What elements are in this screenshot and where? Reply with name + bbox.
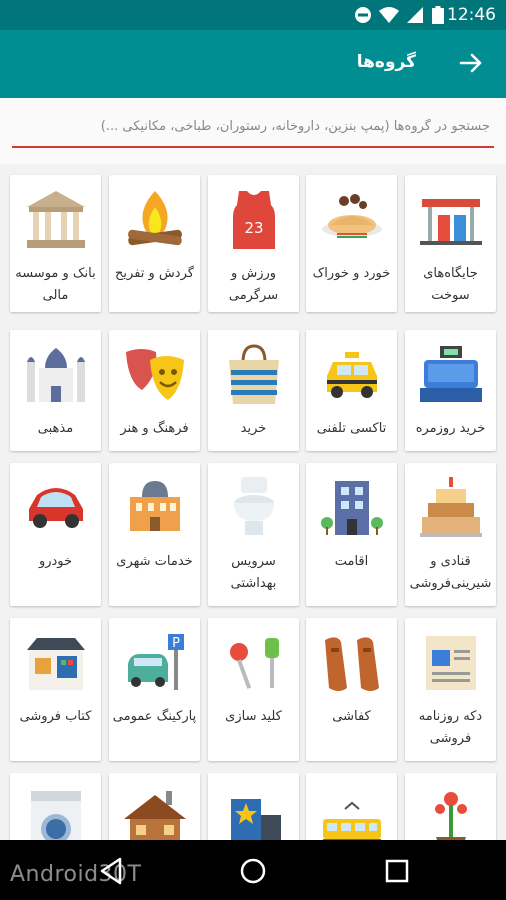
svg-text:23: 23 <box>244 219 263 237</box>
category-card[interactable]: خرید <box>208 330 299 451</box>
navigation-bar: Android30T <box>0 840 506 900</box>
category-label: خرید <box>240 421 267 436</box>
category-card[interactable]: بانک و موسسه مالی <box>10 175 101 312</box>
category-label: بانک و موسسه مالی <box>15 266 96 303</box>
svg-text:P: P <box>172 636 180 651</box>
category-label: خرید روزمره <box>415 421 486 436</box>
back-arrow-icon[interactable] <box>458 50 484 76</box>
signal-icon <box>407 7 423 23</box>
search-area <box>0 98 506 164</box>
bookstore-icon <box>27 638 85 690</box>
hotel-icon <box>321 481 383 535</box>
category-label: جایگاه‌های سوخت <box>423 266 478 303</box>
wifi-icon <box>379 7 399 23</box>
category-label: کفاشی <box>332 709 371 724</box>
category-label: ورزش و سرگرمی <box>228 266 279 303</box>
category-card[interactable] <box>306 773 397 840</box>
category-label: دکه روزنامه فروشی <box>418 709 483 746</box>
category-card[interactable] <box>109 773 200 840</box>
wooden-house-icon <box>124 791 186 840</box>
tram-icon <box>323 801 381 840</box>
clock: 12:46 <box>447 5 496 25</box>
app-bar: گروه‌ها <box>0 30 506 98</box>
category-label: کتاب فروشی <box>19 709 92 724</box>
category-card[interactable] <box>10 773 101 840</box>
category-card[interactable]: خودرو <box>10 463 101 606</box>
category-label: قنادی و شیرینی‌فروشی <box>409 554 492 591</box>
washing-machine-icon <box>31 791 81 840</box>
category-card[interactable] <box>208 773 299 840</box>
category-label: پارکینگ عمومی <box>112 709 197 724</box>
food-plate-icon <box>322 194 382 238</box>
building-star-icon <box>231 799 281 840</box>
taxi-icon <box>327 352 377 398</box>
page-title: گروه‌ها <box>356 52 416 72</box>
nav-home-icon[interactable] <box>238 856 268 886</box>
category-label: خدمات شهری <box>116 554 193 569</box>
toilet-icon <box>234 477 274 535</box>
category-card[interactable]: خورد و خوراک <box>306 175 397 312</box>
category-card[interactable]: کفاشی <box>306 618 397 761</box>
cake-icon <box>420 477 482 537</box>
category-label: کلید سازی <box>225 709 282 724</box>
gas-station-icon <box>420 199 482 245</box>
category-card[interactable]: سرویس بهداشتی <box>208 463 299 606</box>
category-card[interactable]: فرهنگ و هنر <box>109 330 200 451</box>
category-card[interactable]: اقامت <box>306 463 397 606</box>
category-card[interactable]: مذهبی <box>10 330 101 451</box>
nav-recents-icon[interactable] <box>382 856 412 886</box>
category-label: تاکسی تلفنی <box>316 421 387 436</box>
category-label: فرهنگ و هنر <box>120 421 189 436</box>
category-card[interactable]: قنادی و شیرینی‌فروشی <box>405 463 496 606</box>
category-card[interactable]: دکه روزنامه فروشی <box>405 618 496 761</box>
category-card[interactable]: 23 ورزش و سرگرمی <box>208 175 299 312</box>
nav-back-icon[interactable] <box>96 856 126 886</box>
car-icon <box>29 488 83 528</box>
category-label: اقامت <box>334 554 369 569</box>
category-card[interactable]: گردش و تفریح <box>109 175 200 312</box>
category-label: خودرو <box>38 554 73 569</box>
shoes-icon <box>325 637 379 691</box>
category-card[interactable]: خرید روزمره <box>405 330 496 451</box>
category-card[interactable]: خدمات شهری <box>109 463 200 606</box>
theater-masks-icon <box>126 349 184 400</box>
category-card[interactable]: جایگاه‌های سوخت <box>405 175 496 312</box>
campfire-icon <box>128 191 182 246</box>
newspaper-icon <box>426 636 476 690</box>
category-grid: جایگاه‌های سوخت خورد و خوراک 23 ورزش و س… <box>0 164 506 840</box>
category-card[interactable]: تاکسی تلفنی <box>306 330 397 451</box>
shopping-bag-icon <box>229 344 279 404</box>
flower-pot-icon <box>435 792 467 840</box>
category-label: خورد و خوراک <box>312 266 391 281</box>
category-label: سرویس بهداشتی <box>230 554 277 591</box>
parking-icon: P <box>128 634 184 690</box>
jersey-icon: 23 <box>233 191 275 249</box>
bank-icon <box>27 191 85 248</box>
category-card[interactable]: P پارکینگ عمومی <box>109 618 200 761</box>
category-card[interactable]: کتاب فروشی <box>10 618 101 761</box>
city-hall-icon <box>130 481 180 531</box>
category-card[interactable]: کلید سازی <box>208 618 299 761</box>
mosque-icon <box>27 348 85 402</box>
category-label: گردش و تفریح <box>115 266 194 281</box>
search-input[interactable] <box>12 112 494 148</box>
category-card[interactable] <box>405 773 496 840</box>
status-bar: 12:46 <box>0 0 506 30</box>
battery-icon <box>432 6 444 24</box>
cash-register-icon <box>420 346 482 402</box>
dnd-icon <box>355 7 371 23</box>
category-label: مذهبی <box>37 421 74 436</box>
keys-icon <box>230 638 279 689</box>
